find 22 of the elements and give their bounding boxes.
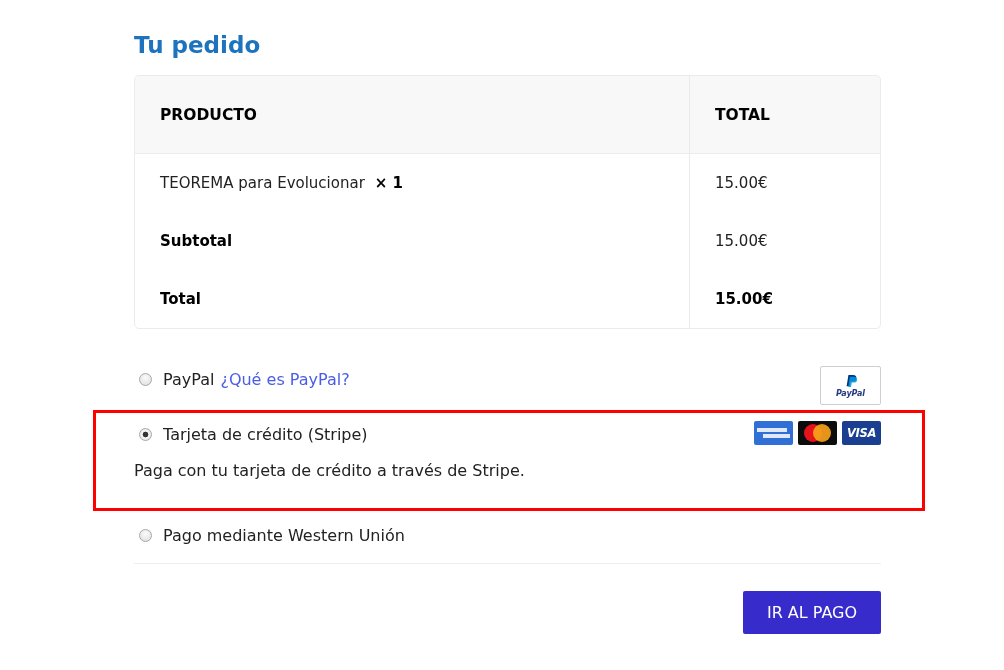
table-cell: 15.00€: [689, 154, 880, 212]
section-heading: Tu pedido: [134, 31, 262, 60]
payment-method-label: Tarjeta de crédito (Stripe): [163, 424, 368, 446]
table-cell-text: Subtotal: [159, 231, 234, 252]
table-cell: 15.00€: [689, 270, 880, 328]
payment-method-label: PayPal: [163, 369, 215, 391]
payment-description: Paga con tu tarjeta de crédito a través de Stripe.: [134, 460, 526, 482]
table-cell-text: Total: [159, 289, 202, 310]
column-header: PRODUCTO: [135, 76, 689, 154]
mastercard-logo-icon: [798, 421, 837, 445]
paypal-logo: PayPal: [820, 366, 881, 405]
payment-method-label: Pago mediante Western Unión: [163, 525, 405, 547]
radio-button[interactable]: [139, 373, 152, 386]
pay-button[interactable]: IR AL PAGO: [743, 591, 881, 634]
visa-logo: VISA: [842, 421, 881, 445]
radio-button[interactable]: [139, 529, 152, 542]
credit-card-logo-icon: [754, 421, 793, 445]
table-cell-text: TEOREMA para Evolucionar × 1: [159, 173, 405, 194]
table-cell: 15.00€: [689, 212, 880, 270]
link[interactable]: ¿Qué es PayPal?: [220, 368, 350, 392]
column-header: TOTAL: [689, 76, 880, 154]
radio-button[interactable]: [139, 428, 152, 441]
